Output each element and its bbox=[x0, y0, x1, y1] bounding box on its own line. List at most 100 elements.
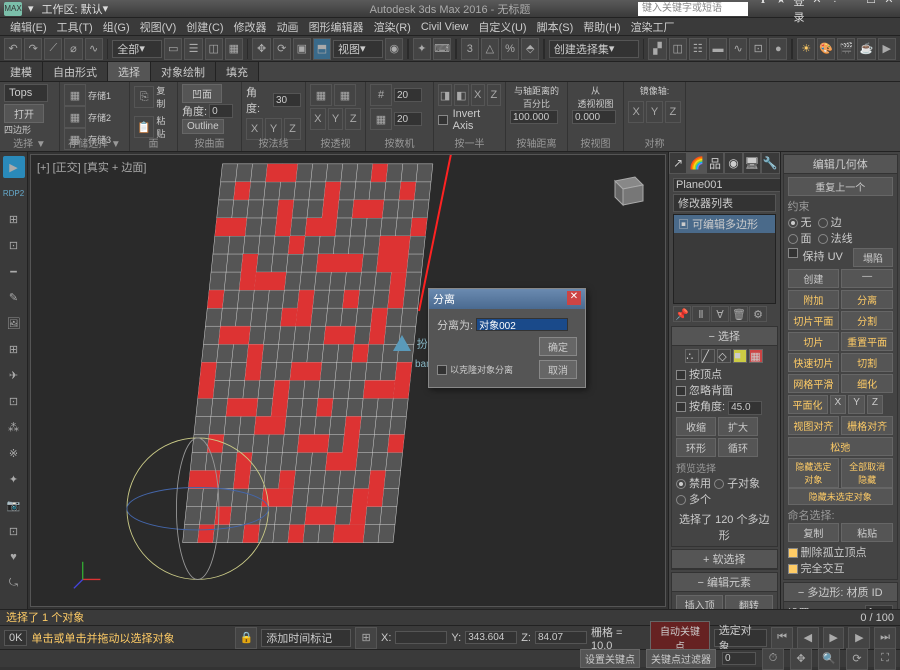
l11-icon[interactable]: ✦ bbox=[3, 468, 25, 490]
show-end-icon[interactable]: Ⅱ bbox=[692, 306, 710, 322]
ribbon-toggle-icon[interactable]: ▬ bbox=[709, 38, 727, 60]
render-frame-icon[interactable]: 🎨 bbox=[817, 38, 835, 60]
tops-dropdown[interactable]: Tops bbox=[4, 84, 48, 102]
minimize-icon[interactable]: ─ bbox=[846, 0, 860, 25]
exchange-icon[interactable]: ✕ bbox=[810, 0, 824, 25]
shrink-button[interactable]: 收缩 bbox=[676, 417, 716, 436]
nav-zoom-icon[interactable]: 🔍 bbox=[818, 648, 840, 670]
l7-icon[interactable]: ✈ bbox=[3, 364, 25, 386]
r-face[interactable] bbox=[788, 234, 798, 244]
prev-frame-icon[interactable]: ◀ bbox=[797, 627, 819, 649]
menu-group[interactable]: 组(G) bbox=[99, 19, 134, 35]
align-icon[interactable]: ◫ bbox=[669, 38, 687, 60]
nav-pan-icon[interactable]: ✥ bbox=[790, 648, 812, 670]
copy-icon[interactable]: ⎘ bbox=[134, 86, 154, 108]
manip-icon[interactable]: ✦ bbox=[413, 38, 431, 60]
persp-icon2[interactable]: ▦ bbox=[334, 84, 356, 106]
menu-help[interactable]: 帮助(H) bbox=[579, 19, 624, 35]
tess-button[interactable]: 细化 bbox=[841, 374, 893, 393]
convex-button[interactable]: 凹面 bbox=[182, 84, 222, 103]
dialog-close-icon[interactable]: ✕ bbox=[567, 291, 581, 305]
insvert-button[interactable]: 插入顶点 bbox=[676, 595, 723, 610]
l8-icon[interactable]: ⊡ bbox=[3, 390, 25, 412]
close-icon[interactable]: ✕ bbox=[882, 0, 896, 25]
menu-civil[interactable]: Civil View bbox=[417, 21, 472, 33]
selection-filter[interactable]: 全部 ▾ bbox=[112, 40, 162, 58]
render-last-icon[interactable]: ▶ bbox=[878, 38, 896, 60]
edge-mode[interactable]: ╱ bbox=[701, 349, 715, 363]
hidesel-button[interactable]: 隐藏选定对象 bbox=[788, 458, 840, 488]
sliceplane-button[interactable]: 切片平面 bbox=[788, 311, 840, 330]
ring-button[interactable]: 环形 bbox=[676, 438, 716, 457]
coord-icon[interactable]: ⊞ bbox=[355, 627, 377, 649]
flip-button[interactable]: 翻转 bbox=[725, 595, 772, 610]
menu-view[interactable]: 视图(V) bbox=[136, 19, 181, 35]
render-icon[interactable]: 🎬 bbox=[837, 38, 855, 60]
repeat-button[interactable]: 重复上一个 bbox=[788, 177, 893, 196]
render-setup-icon[interactable]: ☀ bbox=[797, 38, 815, 60]
frame-input[interactable] bbox=[722, 652, 756, 665]
goto-start-icon[interactable]: ⏮ bbox=[771, 627, 793, 649]
byvertex-check[interactable] bbox=[676, 370, 686, 380]
z-input[interactable] bbox=[535, 631, 587, 644]
redo-icon[interactable]: ↷ bbox=[24, 38, 42, 60]
viewalign-button[interactable]: 视图对齐 bbox=[788, 416, 840, 435]
select-icon[interactable]: ▭ bbox=[164, 38, 182, 60]
unlink-icon[interactable]: ⌀ bbox=[64, 38, 82, 60]
menu-graph[interactable]: 图形编辑器 bbox=[305, 19, 368, 35]
pivot-input[interactable] bbox=[510, 110, 558, 124]
l6-icon[interactable]: ⊞ bbox=[3, 338, 25, 360]
l3-icon[interactable]: 🗕 bbox=[3, 260, 25, 282]
sy[interactable]: Y bbox=[646, 101, 662, 123]
px[interactable]: X bbox=[310, 108, 326, 130]
removeiso-check[interactable] bbox=[788, 548, 798, 558]
r-norm[interactable] bbox=[818, 234, 828, 244]
keyfilter-button[interactable]: 关键点过滤器 bbox=[646, 649, 716, 668]
bind-icon[interactable]: ∿ bbox=[85, 38, 103, 60]
pz[interactable]: Z bbox=[345, 108, 361, 130]
modifier-list[interactable]: 修改器列表 bbox=[673, 194, 776, 212]
menu-modifiers[interactable]: 修改器 bbox=[230, 19, 271, 35]
layer-icon[interactable]: ☷ bbox=[689, 38, 707, 60]
modify-tab-icon[interactable]: 🌈 bbox=[687, 152, 705, 174]
create-button[interactable]: 创建 bbox=[788, 269, 840, 288]
cancel-button[interactable]: 取消 bbox=[539, 360, 577, 379]
quickslice-button[interactable]: 快速切片 bbox=[788, 353, 840, 372]
menu-renderfactory[interactable]: 渲染工厂 bbox=[627, 19, 679, 35]
soft-sel-head[interactable]: + 软选择 bbox=[672, 550, 777, 569]
makeplanar-button[interactable]: 平面化 bbox=[788, 395, 828, 414]
tab-freeform[interactable]: 自由形式 bbox=[43, 62, 108, 81]
grid-icon[interactable]: ▦ bbox=[370, 108, 392, 130]
hideunsel-button[interactable]: 隐藏未选定对象 bbox=[788, 488, 893, 505]
tab-modeling[interactable]: 建模 bbox=[0, 62, 43, 81]
angle-snap-icon[interactable]: △ bbox=[481, 38, 499, 60]
relax-button[interactable]: 松弛 bbox=[788, 437, 893, 456]
loop-button[interactable]: 循环 bbox=[718, 438, 758, 457]
menu-script[interactable]: 脚本(S) bbox=[533, 19, 578, 35]
remove-mod-icon[interactable]: 🗑 bbox=[730, 306, 748, 322]
planz[interactable]: Z bbox=[867, 395, 883, 414]
outline-button[interactable]: Outline bbox=[182, 119, 224, 134]
split-button[interactable]: 分割 bbox=[841, 311, 893, 330]
store1-icon[interactable]: ▦ bbox=[64, 84, 86, 106]
l13-icon[interactable]: ⊡ bbox=[3, 520, 25, 542]
reset-button[interactable]: 重置平面 bbox=[841, 332, 893, 351]
attach-button[interactable]: 附加 bbox=[788, 290, 840, 309]
rotate-icon[interactable]: ⟳ bbox=[273, 38, 291, 60]
tab-objectpaint[interactable]: 对象绘制 bbox=[151, 62, 216, 81]
motion-tab-icon[interactable]: ◉ bbox=[724, 152, 742, 174]
search-input[interactable]: 键入关键字或短语 bbox=[638, 2, 748, 16]
half-icon1[interactable]: ◨ bbox=[438, 84, 452, 106]
l1-icon[interactable]: ⊞ bbox=[3, 208, 25, 230]
editelem-head[interactable]: − 编辑元素 bbox=[672, 573, 777, 592]
detach-button[interactable]: 分离 bbox=[841, 290, 893, 309]
persp-icon[interactable]: ▦ bbox=[310, 84, 332, 106]
menu-arrow[interactable]: ▾ bbox=[28, 2, 34, 15]
hash-icon[interactable]: # bbox=[370, 84, 392, 106]
subobj-radio[interactable] bbox=[714, 479, 724, 489]
l15-icon[interactable]: ⤿ bbox=[3, 572, 25, 594]
mod-item-editpoly[interactable]: ▣ 可编辑多边形 bbox=[674, 215, 775, 233]
pivot-icon[interactable]: ◉ bbox=[385, 38, 403, 60]
schematic-icon[interactable]: ⊡ bbox=[749, 38, 767, 60]
mirror-icon[interactable]: ▞ bbox=[648, 38, 666, 60]
